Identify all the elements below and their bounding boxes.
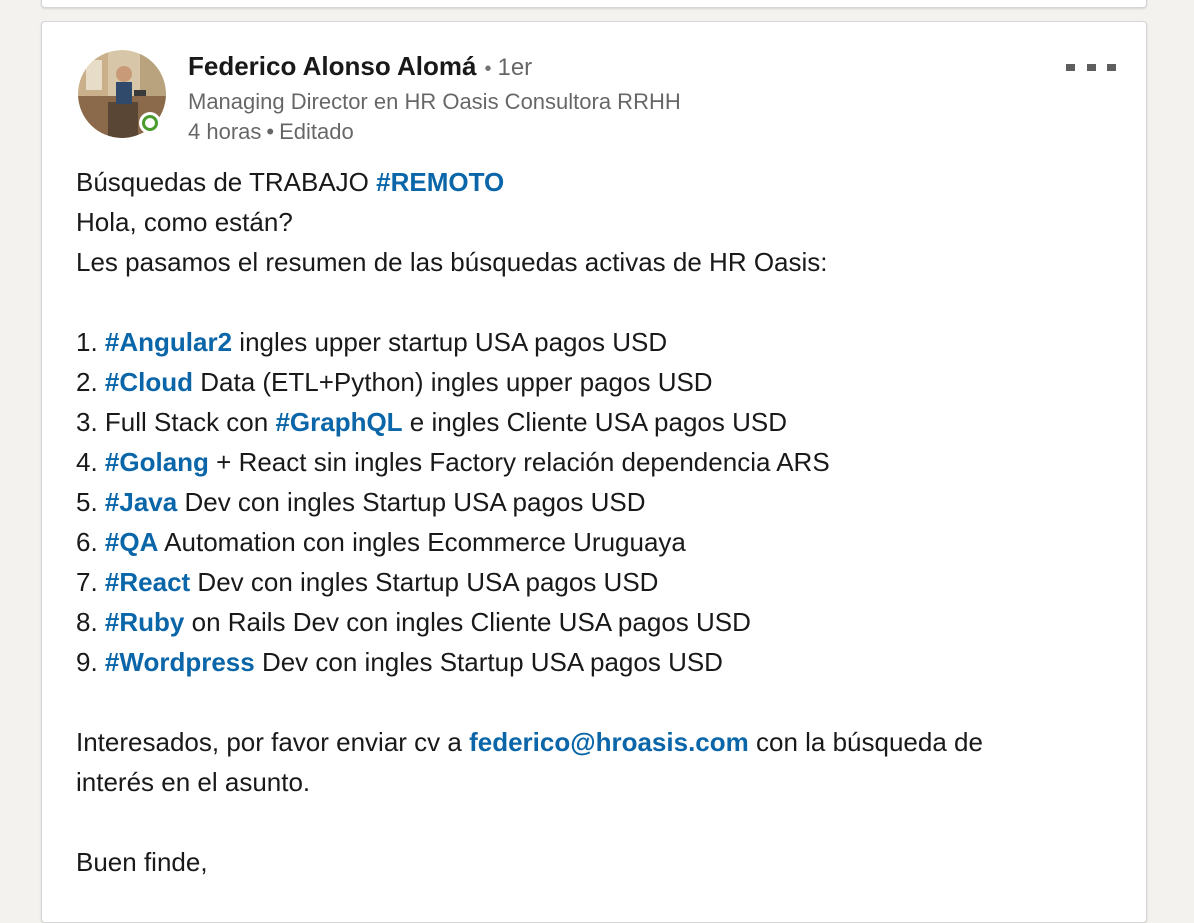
hashtag-link[interactable]: #Angular2 (105, 327, 232, 357)
hashtag-link[interactable]: #GraphQL (275, 407, 402, 437)
item-text: ingles upper startup USA pagos USD (232, 327, 668, 357)
item-number: 7. (76, 567, 105, 597)
intro-text: Les pasamos el resumen de las búsquedas … (76, 247, 828, 277)
online-status-icon (139, 112, 161, 134)
item-number: 9. (76, 647, 105, 677)
author-headline: Managing Director en HR Oasis Consultora… (188, 89, 681, 114)
item-number: 3. (76, 407, 105, 437)
email-link[interactable]: federico@hroasis.com (469, 727, 749, 757)
title-text: Búsquedas de TRABAJO (76, 167, 377, 197)
connection-degree: 1er (497, 54, 533, 81)
hashtag-link[interactable]: #Java (105, 487, 177, 517)
hashtag-link[interactable]: #Wordpress (105, 647, 255, 677)
hashtag-link[interactable]: #React (105, 567, 190, 597)
item-text: Dev con ingles Startup USA pagos USD (254, 647, 723, 677)
item-number: 8. (76, 607, 105, 637)
hashtag-link[interactable]: #REMOTO (376, 167, 504, 197)
hashtag-link[interactable]: #QA (105, 527, 158, 557)
item-text: + React sin ingles Factory relación depe… (208, 447, 830, 477)
item-text: Full Stack con (104, 407, 276, 437)
item-number: 2. (76, 367, 105, 397)
hashtag-link[interactable]: #Golang (105, 447, 209, 477)
item-number: 6. (76, 527, 105, 557)
job-list-item: 8. #Ruby on Rails Dev con ingles Cliente… (76, 602, 1116, 642)
job-list-item: 4. #Golang + React sin ingles Factory re… (76, 442, 1116, 482)
post-time: 4 horas (188, 119, 262, 144)
job-list-item: 7. #React Dev con ingles Startup USA pag… (76, 562, 1116, 602)
hashtag-link[interactable]: #Cloud (105, 367, 193, 397)
three-dots-icon (1066, 63, 1075, 71)
previous-post-card (41, 0, 1147, 8)
degree-separator: • (484, 58, 492, 80)
post-body: Búsquedas de TRABAJO #REMOTO Hola, como … (76, 162, 1116, 882)
job-list-item: 1. #Angular2 ingles upper startup USA pa… (76, 322, 1116, 362)
job-list-item: 6. #QA Automation con ingles Ecommerce U… (76, 522, 1116, 562)
three-dots-icon (1086, 63, 1096, 71)
meta-separator: • (266, 119, 275, 144)
item-number: 1. (76, 327, 105, 357)
author-name[interactable]: Federico Alonso Alomá (188, 51, 476, 82)
feed-post-card: Federico Alonso Alomá • 1er Managing Dir… (41, 21, 1147, 923)
edited-label: Editado (279, 119, 354, 144)
job-list-item: 5. #Java Dev con ingles Startup USA pago… (76, 482, 1116, 522)
item-text: Dev con ingles Startup USA pagos USD (190, 567, 659, 597)
post-meta: 4 horas • Editado (188, 117, 681, 147)
closing-text-end: con la búsqueda de (748, 727, 983, 757)
more-options-button[interactable] (1066, 54, 1116, 80)
job-list-item: 3. Full Stack con #GraphQL e ingles Clie… (76, 402, 1116, 442)
three-dots-icon (1107, 63, 1116, 71)
item-number: 4. (76, 447, 105, 477)
item-text: Dev con ingles Startup USA pagos USD (177, 487, 646, 517)
post-title: Búsquedas de TRABAJO #REMOTO (76, 162, 1116, 202)
item-text: Automation con ingles Ecommerce Uruguaya (158, 527, 686, 557)
closing-text-line2: interés en el asunto. (76, 767, 311, 797)
closing-text: Interesados, por favor enviar cv a feder… (76, 722, 1116, 762)
author-avatar[interactable] (78, 50, 168, 140)
item-number: 5. (76, 487, 105, 517)
closing-text-start: Interesados, por favor enviar cv a (76, 727, 470, 757)
job-list-item: 9. #Wordpress Dev con ingles Startup USA… (76, 642, 1116, 682)
post-header: Federico Alonso Alomá • 1er Managing Dir… (188, 51, 681, 147)
item-text: Data (ETL+Python) ingles upper pagos USD (193, 367, 713, 397)
hashtag-link[interactable]: #Ruby (105, 607, 184, 637)
job-list-item: 2. #Cloud Data (ETL+Python) ingles upper… (76, 362, 1116, 402)
item-text: on Rails Dev con ingles Cliente USA pago… (184, 607, 751, 637)
greeting-text: Hola, como están? (76, 207, 293, 237)
item-text: e ingles Cliente USA pagos USD (402, 407, 788, 437)
signoff-text: Buen finde, (76, 847, 208, 877)
